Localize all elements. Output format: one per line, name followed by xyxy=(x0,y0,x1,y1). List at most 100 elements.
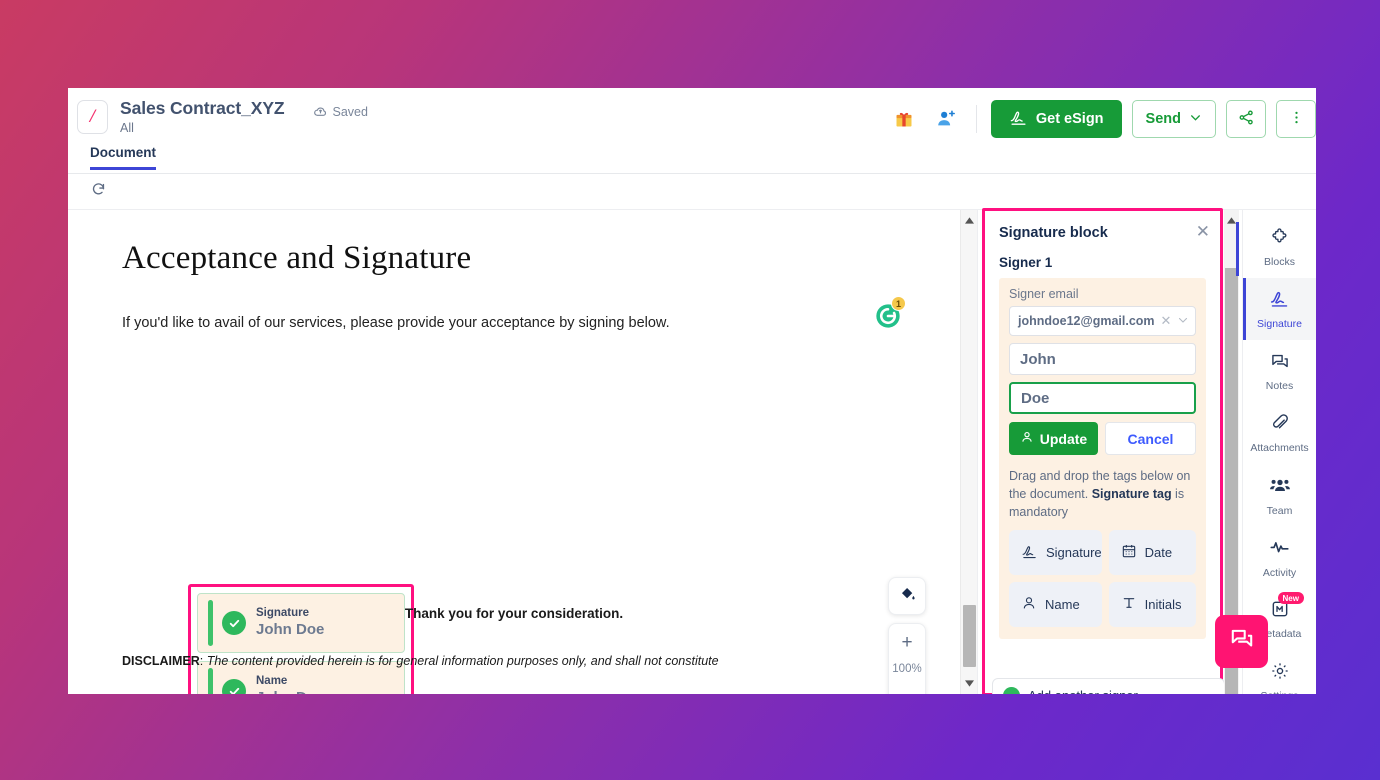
attachment-icon xyxy=(1270,413,1290,438)
remove-chip-icon[interactable]: ✕ xyxy=(1161,313,1172,329)
tab-bar: Document xyxy=(68,144,1316,174)
share-button[interactable] xyxy=(1226,100,1266,138)
rail-item-team[interactable]: Team xyxy=(1243,464,1316,526)
field-accent-bar xyxy=(208,668,213,694)
tag-signature[interactable]: Signature xyxy=(1009,530,1102,576)
app-logo[interactable]: / xyxy=(77,100,108,134)
tag-label: Initials xyxy=(1144,597,1182,613)
rail-label: Notes xyxy=(1265,379,1294,392)
add-signer-label: Add another signer xyxy=(1028,688,1138,695)
app-window: / Sales Contract_XYZ All Saved Get eSign… xyxy=(68,88,1316,694)
breadcrumb[interactable]: All xyxy=(120,121,285,135)
document-page: Acceptance and Signature If you'd like t… xyxy=(68,210,960,694)
document-canvas: Acceptance and Signature If you'd like t… xyxy=(68,210,960,694)
scrollbar-thumb[interactable] xyxy=(963,605,976,667)
tab-document[interactable]: Document xyxy=(90,145,157,170)
grammarly-badge: 1 xyxy=(891,296,906,311)
plus-circle-icon xyxy=(1003,686,1020,694)
gift-icon[interactable] xyxy=(888,103,920,135)
person-icon xyxy=(1020,430,1034,447)
panel-title: Signature block xyxy=(999,225,1108,241)
check-icon xyxy=(222,679,246,694)
rail-label: Settings xyxy=(1261,690,1299,695)
save-status-label: Saved xyxy=(332,104,368,119)
field-label: Name xyxy=(256,675,288,688)
signer-email-label: Signer email xyxy=(1009,287,1079,301)
new-badge: New xyxy=(1277,592,1304,604)
update-label: Update xyxy=(1039,430,1088,447)
rail-item-notes[interactable]: Notes xyxy=(1243,340,1316,402)
zoom-out-button[interactable]: − xyxy=(901,686,912,694)
tag-initials[interactable]: Initials xyxy=(1108,582,1196,628)
cloud-upload-icon xyxy=(313,104,328,119)
form-actions: Update Cancel xyxy=(1009,422,1196,455)
zoom-in-button[interactable]: + xyxy=(901,633,912,652)
person-icon xyxy=(1021,595,1037,614)
thanks-text: Thank you for your consideration. xyxy=(404,606,624,621)
get-esign-label: Get eSign xyxy=(1035,111,1104,127)
document-paragraph: If you'd like to avail of our services, … xyxy=(122,315,670,331)
tag-label: Date xyxy=(1144,545,1173,561)
disclaimer-separator: : xyxy=(199,654,207,668)
close-icon[interactable]: ✕ xyxy=(1196,223,1210,240)
rail-label: Team xyxy=(1266,504,1293,517)
app-body: Acceptance and Signature If you'd like t… xyxy=(68,208,1316,695)
rail-label: Signature xyxy=(1257,318,1302,330)
panel-active-indicator xyxy=(1236,222,1239,276)
tag-date[interactable]: Date xyxy=(1108,530,1196,576)
rail-item-signature[interactable]: Signature xyxy=(1243,278,1316,340)
signer-heading: Signer 1 xyxy=(999,255,1053,270)
document-heading: Acceptance and Signature xyxy=(122,240,472,276)
rail-item-activity[interactable]: Activity xyxy=(1243,526,1316,588)
disclaimer-text: DISCLAIMER: The content provided herein … xyxy=(122,654,900,668)
chat-support-button[interactable] xyxy=(1215,615,1268,668)
add-user-icon[interactable] xyxy=(930,103,962,135)
scroll-down-arrow[interactable] xyxy=(961,675,978,692)
divider xyxy=(975,105,977,133)
scroll-up-arrow[interactable] xyxy=(961,212,978,229)
tag-label: Signature xyxy=(1046,545,1102,561)
signature-icon xyxy=(1009,108,1028,131)
settings-icon xyxy=(1270,661,1290,686)
send-button[interactable]: Send xyxy=(1131,100,1216,138)
chat-bubble-icon xyxy=(1229,626,1255,657)
signer-email-input[interactable]: johndoe12@gmail.com ✕ xyxy=(1009,306,1196,336)
signature-side-panel: Signature block Signer 1 Signer email jo… xyxy=(977,208,1239,694)
grammarly-icon[interactable]: 1 xyxy=(874,296,906,330)
rail-label: Blocks xyxy=(1264,255,1295,268)
cancel-button[interactable]: Cancel xyxy=(1105,422,1196,455)
signature-field[interactable]: Signature John Doe xyxy=(197,593,405,653)
drag-drop-help: Drag and drop the tags below on the docu… xyxy=(1009,467,1196,521)
get-esign-button[interactable]: Get eSign xyxy=(990,100,1122,138)
rail-item-attachments[interactable]: Attachments xyxy=(1243,402,1316,464)
text-initials-icon xyxy=(1121,595,1137,614)
first-name-field[interactable]: John xyxy=(1009,343,1196,375)
tag-name[interactable]: Name xyxy=(1009,582,1102,628)
fill-color-icon xyxy=(898,584,917,608)
add-another-signer-button[interactable]: Add another signer xyxy=(992,678,1225,694)
field-value: John Doe xyxy=(256,689,324,694)
field-value: John Doe xyxy=(256,621,325,639)
refresh-icon[interactable] xyxy=(90,181,107,203)
signer-email-value: johndoe12@gmail.com xyxy=(1018,314,1155,328)
panel-content: Signature block Signer 1 Signer email jo… xyxy=(985,211,1220,640)
page-title[interactable]: Sales Contract_XYZ xyxy=(120,98,285,119)
last-name-field[interactable]: Doe xyxy=(1009,382,1196,414)
document-scrollbar[interactable] xyxy=(960,210,977,694)
fill-color-button[interactable] xyxy=(888,577,926,615)
disclaimer-label: DISCLAIMER xyxy=(122,654,200,668)
update-button[interactable]: Update xyxy=(1009,422,1098,455)
header-actions: Get eSign Send xyxy=(888,100,1316,138)
disclaimer-body: The content provided herein is for gener… xyxy=(206,654,719,668)
rail-label: Attachments xyxy=(1250,441,1309,454)
document-title-group: Sales Contract_XYZ All xyxy=(120,98,285,135)
chevron-down-icon[interactable] xyxy=(1177,314,1189,329)
zoom-control: + 100% − xyxy=(888,623,926,694)
blocks-icon xyxy=(1270,227,1290,252)
more-options-button[interactable] xyxy=(1276,100,1316,138)
tag-label: Name xyxy=(1045,597,1080,613)
notes-icon xyxy=(1270,351,1290,376)
chevron-down-icon xyxy=(1189,111,1202,128)
signature-icon xyxy=(1021,543,1038,563)
rail-item-blocks[interactable]: Blocks xyxy=(1243,216,1316,278)
